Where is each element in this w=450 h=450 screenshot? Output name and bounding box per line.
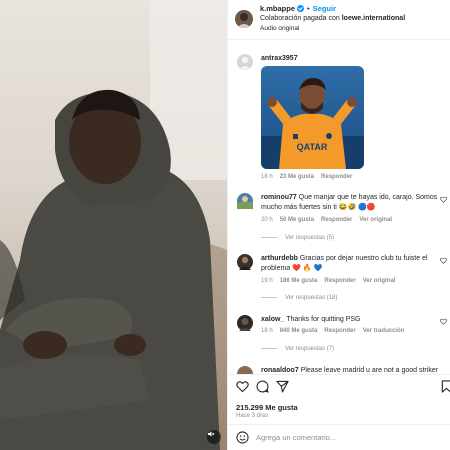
comment-like-heart-icon[interactable] xyxy=(440,196,447,203)
comment-avatar[interactable] xyxy=(237,315,253,331)
post-details-panel: k.mbappe • Seguir Colaboración pagada con … xyxy=(227,0,450,450)
comment-like-heart-icon[interactable] xyxy=(440,318,447,325)
mute-icon xyxy=(208,431,215,437)
reply-button[interactable]: Responder xyxy=(324,278,355,284)
comment-likes[interactable]: 186 Me gusta xyxy=(280,278,318,284)
comment-likes[interactable]: 23 Me gusta xyxy=(280,174,314,180)
add-comment-bar xyxy=(228,424,450,450)
comment-likes[interactable]: 50 Me gusta xyxy=(280,217,314,223)
comment-body: xalow_ Thanks for quitting PSG xyxy=(261,315,450,325)
paid-partner-link[interactable]: loewe.international xyxy=(342,15,405,22)
reply-button[interactable]: Responder xyxy=(321,174,352,180)
paid-partnership: Colaboración pagada con loewe.internatio… xyxy=(260,15,405,22)
post-header: k.mbappe • Seguir Colaboración pagada con … xyxy=(228,0,450,40)
verified-icon xyxy=(297,5,305,12)
comment-meta: 18 h 840 Me gusta Responder Ver traducción xyxy=(261,328,411,334)
comment-gif: QATAR xyxy=(261,66,364,169)
share-icon[interactable] xyxy=(276,380,289,393)
post-media[interactable] xyxy=(0,0,227,450)
comment-time[interactable]: 19 h xyxy=(261,278,273,284)
emoji-icon[interactable] xyxy=(236,431,249,444)
author-line: k.mbappe • Seguir xyxy=(260,4,336,13)
comment-username[interactable]: xalow_ xyxy=(261,316,284,323)
comment-meta: 18 h 23 Me gusta Responder xyxy=(261,174,359,180)
comment-body: antrax3957 xyxy=(261,54,450,64)
bookmark-icon[interactable] xyxy=(440,380,450,393)
comment-avatar[interactable] xyxy=(237,54,253,70)
post-timestamp[interactable]: Hace 3 días xyxy=(236,413,268,419)
comment-avatar[interactable] xyxy=(237,193,253,209)
comment-username[interactable]: antrax3957 xyxy=(261,55,298,62)
translation-toggle[interactable]: Ver original xyxy=(359,217,392,223)
reply-button[interactable]: Responder xyxy=(324,328,355,334)
comment-meta: 20 h 50 Me gusta Responder Ver original xyxy=(261,217,399,223)
comment-time[interactable]: 18 h xyxy=(261,174,273,180)
view-replies-button[interactable]: Ver respuestas (7) xyxy=(261,346,334,352)
comment-input[interactable] xyxy=(256,433,416,442)
audio-label[interactable]: Audio original xyxy=(260,25,299,32)
gif-jersey-text: QATAR xyxy=(297,142,328,152)
comment-likes[interactable]: 840 Me gusta xyxy=(280,328,318,334)
comment-username[interactable]: rominou77 xyxy=(261,194,297,201)
follow-button[interactable]: Seguir xyxy=(313,4,336,13)
comment-body: rominou77 Que manjar que te hayas ido, c… xyxy=(261,193,450,213)
separator-dot: • xyxy=(307,4,310,13)
comment-avatar[interactable] xyxy=(237,366,253,374)
author-username[interactable]: k.mbappe xyxy=(260,4,295,13)
comment-time[interactable]: 20 h xyxy=(261,217,273,223)
comment-text: Please leave madrid u are not a good str… xyxy=(300,367,439,374)
comments-list[interactable]: antrax3957 QATAR 18 h 23 Me gusta Responde… xyxy=(228,40,450,374)
comment-body: arthurdebb Gracias por dejar nuestro clu… xyxy=(261,254,450,274)
post-photo xyxy=(0,0,227,450)
view-replies-button[interactable]: Ver respuestas (18) xyxy=(261,295,337,301)
translation-toggle[interactable]: Ver traducción xyxy=(363,328,405,334)
view-replies-button[interactable]: Ver respuestas (5) xyxy=(261,235,334,241)
comment-icon[interactable] xyxy=(256,380,269,393)
comment-username[interactable]: ronaaldoo7 xyxy=(261,367,299,374)
heart-icon[interactable] xyxy=(236,380,249,393)
mute-button[interactable] xyxy=(207,430,221,444)
author-avatar[interactable] xyxy=(235,10,253,28)
comment-avatar[interactable] xyxy=(237,254,253,270)
comment-like-heart-icon[interactable] xyxy=(440,257,447,264)
likes-count[interactable]: 215.299 Me gusta xyxy=(236,403,298,412)
post-actions: 215.299 Me gusta Hace 3 días xyxy=(228,374,450,420)
reply-button[interactable]: Responder xyxy=(321,217,352,223)
paid-prefix: Colaboración pagada con xyxy=(260,15,342,22)
comment-text: Thanks for quitting PSG xyxy=(286,316,361,323)
comment-body: ronaaldoo7 Please leave madrid u are not… xyxy=(261,366,450,374)
comment-username[interactable]: arthurdebb xyxy=(261,255,298,262)
comment-meta: 19 h 186 Me gusta Responder Ver original xyxy=(261,278,402,284)
comment-time[interactable]: 18 h xyxy=(261,328,273,334)
translation-toggle[interactable]: Ver original xyxy=(363,278,396,284)
